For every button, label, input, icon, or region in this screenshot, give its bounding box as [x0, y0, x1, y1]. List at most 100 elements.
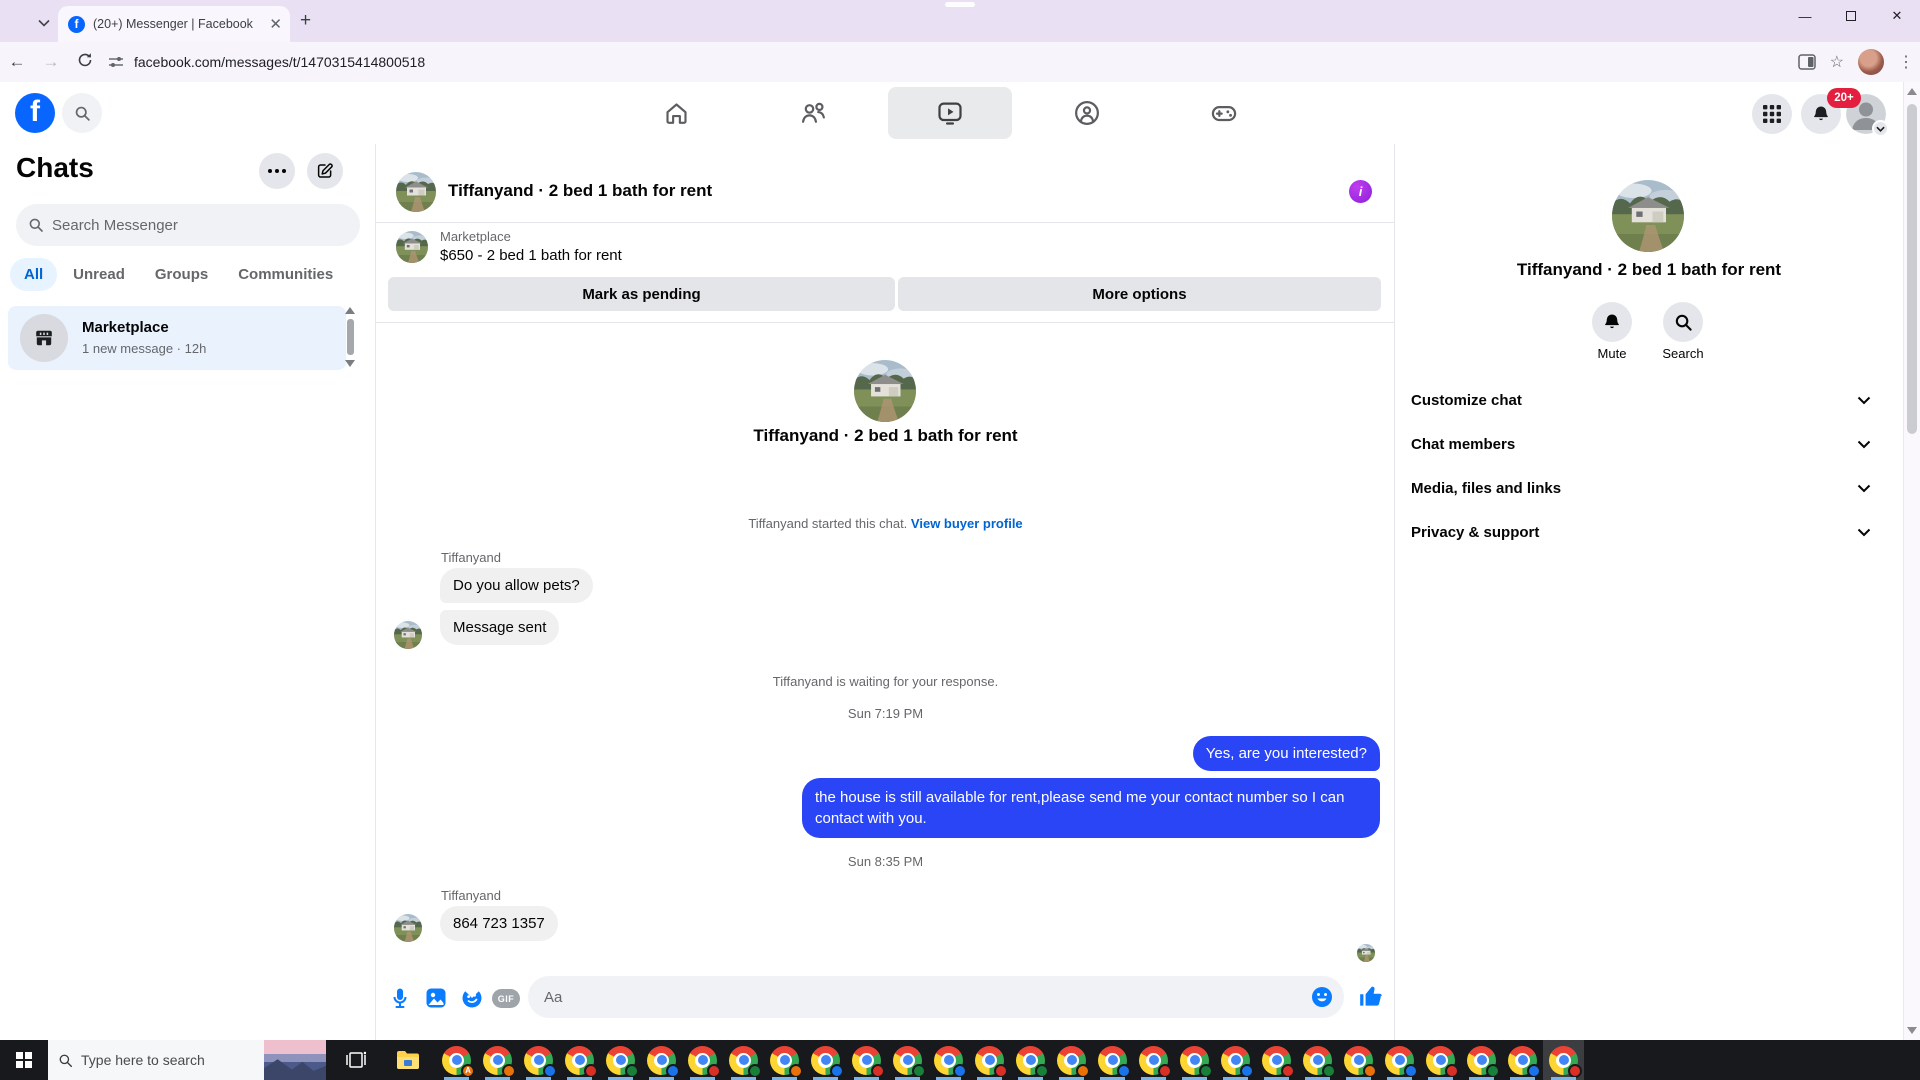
tab-unread[interactable]: Unread	[59, 258, 139, 291]
sticker-button[interactable]	[460, 986, 484, 1010]
back-button[interactable]: ←	[0, 52, 34, 72]
tab-search-chevron-icon[interactable]	[38, 14, 50, 32]
browser-menu-icon[interactable]: ⋮	[1898, 52, 1914, 72]
chat-header-title[interactable]: Tiffanyand · 2 bed 1 bath for rent	[448, 181, 712, 201]
taskbar-chrome-window[interactable]	[641, 1040, 682, 1080]
section-media-files-links[interactable]: Media, files and links	[1403, 466, 1887, 510]
taskbar-chrome-window[interactable]	[1256, 1040, 1297, 1080]
taskbar-chrome-window[interactable]	[805, 1040, 846, 1080]
tab-all[interactable]: All	[10, 258, 58, 291]
tab-communities[interactable]: Communities	[224, 258, 347, 291]
message-input[interactable]	[544, 988, 1304, 1006]
taskbar-chrome-window[interactable]	[600, 1040, 641, 1080]
start-button[interactable]	[0, 1040, 48, 1080]
chats-options-button[interactable]	[259, 153, 295, 189]
emoji-button[interactable]	[1310, 985, 1334, 1009]
file-explorer-button[interactable]	[386, 1040, 430, 1080]
taskbar-chrome-window[interactable]	[1133, 1040, 1174, 1080]
minimize-button[interactable]: —	[1782, 0, 1828, 32]
nav-groups-tab[interactable]	[1025, 87, 1149, 139]
browser-tab[interactable]: f (20+) Messenger | Facebook ✕	[58, 6, 290, 42]
taskbar-chrome-window[interactable]	[969, 1040, 1010, 1080]
taskbar-chrome-window[interactable]	[1502, 1040, 1543, 1080]
address-box[interactable]: facebook.com/messages/t/1470315414800518	[108, 54, 425, 70]
scroll-up-icon[interactable]	[345, 307, 355, 314]
view-buyer-profile-link[interactable]: View buyer profile	[911, 516, 1023, 531]
forward-button[interactable]: →	[34, 52, 68, 72]
section-privacy-support[interactable]: Privacy & support	[1403, 510, 1887, 554]
taskbar-chrome-window[interactable]	[887, 1040, 928, 1080]
taskbar-chrome-window[interactable]	[1215, 1040, 1256, 1080]
taskbar-chrome-window[interactable]	[1543, 1040, 1584, 1080]
more-options-button[interactable]: More options	[898, 277, 1381, 311]
maximize-button[interactable]	[1828, 0, 1874, 32]
nav-gaming-tab[interactable]	[1162, 87, 1286, 139]
taskbar-chrome-window[interactable]	[928, 1040, 969, 1080]
incoming-message-bubble[interactable]: 864 723 1357	[440, 906, 558, 941]
chat-list-item-marketplace[interactable]: Marketplace 1 new message · 12h	[8, 306, 346, 370]
scroll-up-icon[interactable]	[1907, 88, 1917, 95]
nav-friends-tab[interactable]	[751, 87, 875, 139]
attach-photo-button[interactable]	[424, 986, 448, 1010]
scrollbar-thumb[interactable]	[1907, 104, 1917, 434]
taskbar-chrome-window[interactable]	[1420, 1040, 1461, 1080]
incoming-message-bubble[interactable]: Message sent	[440, 610, 560, 645]
reload-button[interactable]	[68, 52, 102, 73]
facebook-search-button[interactable]	[62, 93, 102, 133]
gif-button[interactable]: GIF	[492, 989, 520, 1008]
taskbar-chrome-window[interactable]	[764, 1040, 805, 1080]
tab-close-icon[interactable]: ✕	[269, 15, 282, 33]
page-scrollbar[interactable]	[1903, 82, 1920, 1040]
chat-header-avatar[interactable]	[396, 172, 436, 212]
taskbar-chrome-window[interactable]	[1297, 1040, 1338, 1080]
nav-watch-tab[interactable]	[888, 87, 1012, 139]
taskbar-chrome-window[interactable]	[682, 1040, 723, 1080]
section-customize-chat[interactable]: Customize chat	[1403, 378, 1887, 422]
new-tab-button[interactable]: +	[300, 10, 311, 32]
taskbar-chrome-window[interactable]	[477, 1040, 518, 1080]
taskbar-chrome-window[interactable]	[1461, 1040, 1502, 1080]
apps-menu-button[interactable]	[1752, 94, 1792, 134]
thumbs-up-button[interactable]	[1358, 984, 1384, 1010]
listing-title[interactable]: $650 - 2 bed 1 bath for rent	[440, 247, 622, 264]
weather-widget-button[interactable]	[264, 1040, 326, 1080]
scrollbar-thumb[interactable]	[346, 319, 354, 355]
nav-home-tab[interactable]	[614, 87, 738, 139]
conversation-info-button[interactable]: i	[1349, 180, 1372, 203]
chat-list-scrollbar[interactable]	[344, 307, 356, 377]
taskbar-chrome-window[interactable]	[1092, 1040, 1133, 1080]
taskbar-chrome-window[interactable]	[1338, 1040, 1379, 1080]
close-button[interactable]: ✕	[1874, 0, 1920, 32]
windows-search-input[interactable]	[81, 1052, 241, 1068]
messenger-search[interactable]	[16, 204, 360, 246]
split-screen-icon[interactable]	[1797, 54, 1816, 70]
facebook-logo[interactable]: f	[15, 93, 55, 133]
scroll-down-icon[interactable]	[345, 360, 355, 367]
taskbar-chrome-window[interactable]	[846, 1040, 887, 1080]
mute-button[interactable]	[1592, 302, 1632, 342]
new-message-button[interactable]	[307, 153, 343, 189]
windows-search-box[interactable]	[48, 1040, 264, 1080]
taskbar-chrome-window[interactable]	[723, 1040, 764, 1080]
scroll-down-icon[interactable]	[1907, 1027, 1917, 1034]
tab-groups[interactable]: Groups	[141, 258, 222, 291]
taskbar-chrome-window[interactable]: A	[436, 1040, 477, 1080]
taskbar-chrome-window[interactable]	[518, 1040, 559, 1080]
task-view-button[interactable]	[334, 1040, 378, 1080]
section-chat-members[interactable]: Chat members	[1403, 422, 1887, 466]
taskbar-chrome-window[interactable]	[559, 1040, 600, 1080]
taskbar-chrome-window[interactable]	[1051, 1040, 1092, 1080]
voice-clip-button[interactable]	[388, 986, 412, 1010]
url-text[interactable]: facebook.com/messages/t/1470315414800518	[134, 54, 425, 70]
taskbar-chrome-window[interactable]	[1010, 1040, 1051, 1080]
incoming-message-bubble[interactable]: Do you allow pets?	[440, 568, 593, 603]
taskbar-chrome-window[interactable]	[1379, 1040, 1420, 1080]
browser-profile-avatar[interactable]	[1858, 49, 1884, 75]
taskbar-chrome-window[interactable]	[1174, 1040, 1215, 1080]
bookmark-star-icon[interactable]: ☆	[1830, 52, 1844, 72]
messenger-search-input[interactable]	[52, 216, 332, 234]
site-info-icon[interactable]	[108, 54, 124, 70]
message-input-pill[interactable]	[528, 976, 1344, 1018]
search-in-conversation-button[interactable]	[1663, 302, 1703, 342]
outgoing-message-bubble[interactable]: the house is still available for rent,pl…	[802, 778, 1380, 838]
